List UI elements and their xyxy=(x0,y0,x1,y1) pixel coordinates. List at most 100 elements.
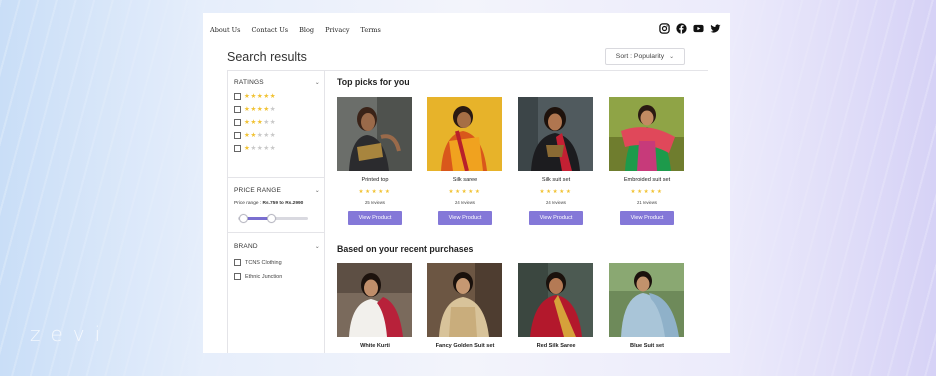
sort-label: Sort : Popularity xyxy=(615,53,665,60)
filter-sidebar: RATINGS ⌄ ★★★★★ ★★★★★ ★★★★★ ★★★★★ ★★★★★ PRIC… xyxy=(227,70,325,353)
product-name: Silk saree xyxy=(452,177,478,183)
price-filter-title: PRICE RANGE xyxy=(234,187,281,194)
top-nav: About Us Contact Us Blog Privacy Terms xyxy=(210,26,381,34)
brand-label: Ethnic Junction xyxy=(245,273,283,280)
rating-checkbox[interactable] xyxy=(234,145,241,152)
product-image[interactable] xyxy=(427,263,502,337)
rating-stars: ★★★★★ xyxy=(539,189,573,195)
ratings-filter-title: RATINGS xyxy=(234,79,264,86)
rating-stars: ★★★★★ xyxy=(358,189,392,195)
product-card[interactable]: White Kurti xyxy=(337,263,413,351)
content-divider xyxy=(325,70,708,71)
product-name: Silk suit set xyxy=(541,177,571,183)
brand-filter-header[interactable]: BRAND ⌄ xyxy=(234,243,320,250)
rating-stars: ★★★★★ xyxy=(244,132,276,139)
product-card[interactable]: Red Silk Saree xyxy=(518,263,594,351)
view-product-button[interactable]: View Product xyxy=(348,211,402,225)
rating-option-1[interactable]: ★★★★★ xyxy=(234,145,276,152)
product-card[interactable]: Silk saree ★★★★★ 24 reviews View Product xyxy=(427,97,503,225)
review-count: 24 reviews xyxy=(545,200,566,205)
sort-dropdown[interactable]: Sort : Popularity ⌄ xyxy=(605,48,685,65)
page-title: Search results xyxy=(227,50,307,64)
price-slider-max-handle[interactable] xyxy=(267,214,277,223)
product-card[interactable]: Embroided suit set ★★★★★ 21 reviews View… xyxy=(609,97,685,225)
brand-label: TCNS Clothing xyxy=(245,259,282,266)
price-filter-header[interactable]: PRICE RANGE ⌄ xyxy=(234,187,320,194)
zevi-watermark: zevi xyxy=(30,322,111,346)
product-image[interactable] xyxy=(518,263,593,337)
price-range-label: Price range : Rs.759 to Rs.2990 xyxy=(234,201,303,206)
rating-stars: ★★★★★ xyxy=(630,189,664,195)
star-empty-icon: ★ xyxy=(269,131,277,140)
price-range-prefix: Price range : xyxy=(234,201,263,206)
product-name: White Kurti xyxy=(360,343,390,349)
nav-link-blog[interactable]: Blog xyxy=(299,26,314,34)
product-image[interactable] xyxy=(337,263,412,337)
top-picks-title: Top picks for you xyxy=(337,77,410,87)
product-image[interactable] xyxy=(427,97,502,171)
brand-checkbox[interactable] xyxy=(234,259,241,266)
rating-option-4[interactable]: ★★★★★ xyxy=(234,106,276,113)
chevron-down-icon: ⌄ xyxy=(314,80,320,86)
price-range-value: Rs.759 to Rs.2990 xyxy=(262,201,304,206)
product-name: Red Silk Saree xyxy=(536,343,576,349)
review-count: 24 reviews xyxy=(454,200,475,205)
star-empty-icon: ★ xyxy=(269,105,277,114)
rating-checkbox[interactable] xyxy=(234,93,241,100)
star-empty-icon: ★ xyxy=(269,118,277,127)
rating-stars: ★★★★★ xyxy=(244,145,276,152)
rating-stars: ★★★★★ xyxy=(448,189,482,195)
rating-option-3[interactable]: ★★★★★ xyxy=(234,119,276,126)
review-count: 25 reviews xyxy=(364,200,385,205)
star-filled-icon: ★ xyxy=(269,92,277,101)
filter-divider xyxy=(228,232,324,233)
product-name: Fancy Golden Suit set xyxy=(435,343,495,349)
social-links xyxy=(659,23,721,34)
nav-link-contact[interactable]: Contact Us xyxy=(251,26,288,34)
rating-option-5[interactable]: ★★★★★ xyxy=(234,93,276,100)
chevron-down-icon: ⌄ xyxy=(314,188,320,194)
product-image[interactable] xyxy=(609,97,684,171)
price-slider-min-handle[interactable] xyxy=(239,214,249,223)
product-name: Printed top xyxy=(361,177,389,183)
chevron-down-icon: ⌄ xyxy=(669,54,675,60)
nav-link-terms[interactable]: Terms xyxy=(361,26,381,34)
product-image[interactable] xyxy=(337,97,412,171)
rating-stars: ★★★★★ xyxy=(244,106,276,113)
view-product-button[interactable]: View Product xyxy=(529,211,583,225)
rating-option-2[interactable]: ★★★★★ xyxy=(234,132,276,139)
recent-purchases-title: Based on your recent purchases xyxy=(337,244,474,254)
rating-checkbox[interactable] xyxy=(234,106,241,113)
facebook-icon[interactable] xyxy=(676,23,687,34)
nav-link-privacy[interactable]: Privacy xyxy=(325,26,349,34)
rating-stars: ★★★★★ xyxy=(244,93,276,100)
brand-option[interactable]: TCNS Clothing xyxy=(234,259,282,266)
youtube-icon[interactable] xyxy=(693,23,704,34)
chevron-down-icon: ⌄ xyxy=(314,244,320,250)
brand-filter-title: BRAND xyxy=(234,243,258,250)
product-card[interactable]: Printed top ★★★★★ 25 reviews View Produc… xyxy=(337,97,413,225)
product-image[interactable] xyxy=(518,97,593,171)
nav-link-about[interactable]: About Us xyxy=(210,26,240,34)
product-image[interactable] xyxy=(609,263,684,337)
product-name: Blue Suit set xyxy=(630,343,664,349)
brand-option[interactable]: Ethnic Junction xyxy=(234,273,282,280)
review-count: 21 reviews xyxy=(636,200,657,205)
rating-checkbox[interactable] xyxy=(234,132,241,139)
app-window: About Us Contact Us Blog Privacy Terms S… xyxy=(203,13,730,353)
filter-divider xyxy=(228,177,324,178)
view-product-button[interactable]: View Product xyxy=(620,211,674,225)
rating-checkbox[interactable] xyxy=(234,119,241,126)
star-empty-icon: ★ xyxy=(269,144,277,153)
instagram-icon[interactable] xyxy=(659,23,670,34)
brand-checkbox[interactable] xyxy=(234,273,241,280)
price-slider[interactable] xyxy=(238,214,308,223)
product-card[interactable]: Fancy Golden Suit set xyxy=(427,263,503,351)
rating-stars: ★★★★★ xyxy=(244,119,276,126)
ratings-filter-header[interactable]: RATINGS ⌄ xyxy=(234,79,320,86)
view-product-button[interactable]: View Product xyxy=(438,211,492,225)
product-name: Embroided suit set xyxy=(623,177,671,183)
twitter-icon[interactable] xyxy=(710,23,721,34)
product-card[interactable]: Blue Suit set xyxy=(609,263,685,351)
product-card[interactable]: Silk suit set ★★★★★ 24 reviews View Prod… xyxy=(518,97,594,225)
